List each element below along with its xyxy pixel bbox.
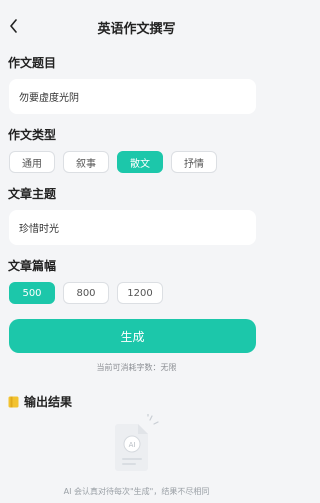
length-options: 500 800 1200 [9,282,273,304]
type-option-lyric[interactable]: 抒情 [171,151,217,173]
empty-state-text: AI 会认真对待每次"生成"，结果不尽相同 [63,487,210,496]
topic-input[interactable]: 勿要虚度光阴 [9,79,256,114]
nav-bar: 英语作文撰写 [0,0,273,54]
page: 英语作文撰写 作文题目 勿要虚度光阴 作文类型 通用 叙事 散文 抒情 文章主题… [0,0,273,503]
output-label: 输出结果 [24,395,73,409]
type-option-prose[interactable]: 散文 [117,151,163,173]
length-option-500[interactable]: 500 [9,282,55,304]
word-count-hint: 当前可消耗字数：无限 [96,363,177,372]
topic-label: 作文题目 [8,56,57,70]
type-option-narrative[interactable]: 叙事 [63,151,109,173]
book-icon [8,396,19,407]
generate-button[interactable]: 生成 [9,319,256,353]
length-option-1200[interactable]: 1200 [117,282,163,304]
chevron-left-icon [10,19,17,33]
type-option-general[interactable]: 通用 [9,151,55,173]
svg-text:AI: AI [129,441,136,449]
theme-input[interactable]: 珍惜时光 [9,210,256,245]
length-option-800[interactable]: 800 [63,282,109,304]
type-options: 通用 叙事 散文 抒情 [9,151,273,173]
page-title: 英语作文撰写 [97,21,176,37]
back-button[interactable] [6,18,22,34]
output-header: 输出结果 [8,393,273,410]
theme-label: 文章主题 [8,187,57,201]
type-label: 作文类型 [8,128,57,142]
ai-document-icon: AI [115,414,159,471]
length-label: 文章篇幅 [8,259,57,273]
